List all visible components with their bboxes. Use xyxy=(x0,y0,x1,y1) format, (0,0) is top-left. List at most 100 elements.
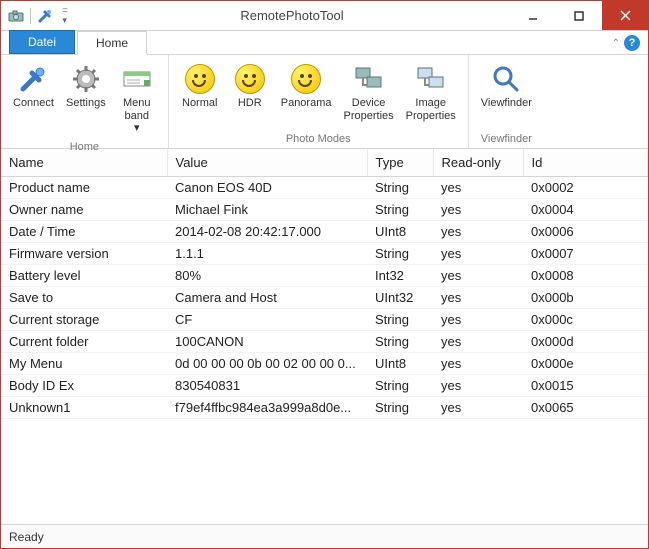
table-row[interactable]: Unknown1f79ef4ffbc984ea3a999a8d0e...Stri… xyxy=(1,397,648,419)
menuband-button[interactable]: Menuband▾ xyxy=(112,59,162,139)
gear-icon xyxy=(70,63,102,95)
cell-id: 0x0015 xyxy=(523,375,648,397)
file-tab[interactable]: Datei xyxy=(9,30,75,54)
table-row[interactable]: Owner nameMichael FinkStringyes0x0004 xyxy=(1,199,648,221)
table-row[interactable]: Date / Time2014-02-08 20:42:17.000UInt8y… xyxy=(1,221,648,243)
cell-type: String xyxy=(367,243,433,265)
table-row[interactable]: Product nameCanon EOS 40DStringyes0x0002 xyxy=(1,177,648,199)
ribbon: Connect Settings Menuband▾ Home Normal H… xyxy=(1,55,648,149)
cell-value: Canon EOS 40D xyxy=(167,177,367,199)
hdr-label: HDR xyxy=(238,97,262,110)
cell-readonly: yes xyxy=(433,331,523,353)
cell-name: Battery level xyxy=(1,265,167,287)
panorama-label: Panorama xyxy=(281,97,332,110)
normal-button[interactable]: Normal xyxy=(175,59,225,131)
table-row[interactable]: Battery level80%Int32yes0x0008 xyxy=(1,265,648,287)
cell-readonly: yes xyxy=(433,265,523,287)
window-controls xyxy=(510,1,648,30)
device-props-icon xyxy=(353,63,385,95)
ribbon-group-photomodes-label: Photo Modes xyxy=(175,131,462,148)
table-row[interactable]: Current folder100CANONStringyes0x000d xyxy=(1,331,648,353)
image-props-label: ImageProperties xyxy=(406,97,456,122)
statusbar: Ready xyxy=(1,524,648,548)
close-button[interactable] xyxy=(602,1,648,30)
cell-id: 0x0006 xyxy=(523,221,648,243)
ribbon-group-viewfinder: Viewfinder Viewfinder xyxy=(469,55,544,148)
connect-quick-icon[interactable] xyxy=(36,7,54,25)
cell-value: 80% xyxy=(167,265,367,287)
cell-name: Save to xyxy=(1,287,167,309)
image-properties-button[interactable]: ImageProperties xyxy=(400,59,462,131)
cell-value: Camera and Host xyxy=(167,287,367,309)
cell-id: 0x000d xyxy=(523,331,648,353)
home-tab[interactable]: Home xyxy=(77,31,147,55)
device-properties-button[interactable]: DeviceProperties xyxy=(338,59,400,131)
cell-readonly: yes xyxy=(433,353,523,375)
settings-button[interactable]: Settings xyxy=(60,59,112,139)
cell-id: 0x0065 xyxy=(523,397,648,419)
cell-type: String xyxy=(367,331,433,353)
cell-type: String xyxy=(367,199,433,221)
cell-value: CF xyxy=(167,309,367,331)
cell-type: String xyxy=(367,309,433,331)
properties-table-wrap[interactable]: Name Value Type Read-only Id Product nam… xyxy=(1,149,648,524)
cell-readonly: yes xyxy=(433,397,523,419)
smiley-icon xyxy=(290,63,322,95)
cell-id: 0x000e xyxy=(523,353,648,375)
cell-id: 0x000b xyxy=(523,287,648,309)
cell-name: Current folder xyxy=(1,331,167,353)
cell-value: 1.1.1 xyxy=(167,243,367,265)
cell-name: My Menu xyxy=(1,353,167,375)
panorama-button[interactable]: Panorama xyxy=(275,59,338,131)
table-row[interactable]: Current storageCFStringyes0x000c xyxy=(1,309,648,331)
col-id[interactable]: Id xyxy=(523,149,648,177)
qat-dropdown-icon[interactable]: =▾ xyxy=(56,7,74,25)
properties-table: Name Value Type Read-only Id Product nam… xyxy=(1,149,648,419)
table-row[interactable]: Body ID Ex830540831Stringyes0x0015 xyxy=(1,375,648,397)
ribbon-tabs: Datei Home ⌃ ? xyxy=(1,31,648,55)
minimize-button[interactable] xyxy=(510,1,556,30)
window-title: RemotePhotoTool xyxy=(74,8,510,23)
cell-type: UInt8 xyxy=(367,353,433,375)
smiley-icon xyxy=(234,63,266,95)
cell-value: 0d 00 00 00 0b 00 02 00 00 0... xyxy=(167,353,367,375)
help-icon[interactable]: ? xyxy=(624,35,640,51)
table-row[interactable]: Firmware version1.1.1Stringyes0x0007 xyxy=(1,243,648,265)
settings-label: Settings xyxy=(66,97,106,110)
camera-icon[interactable] xyxy=(7,7,25,25)
ribbon-group-photomodes: Normal HDR Panorama DeviceProperties Ima… xyxy=(169,55,469,148)
cell-value: 100CANON xyxy=(167,331,367,353)
connect-icon xyxy=(17,63,49,95)
cell-type: UInt8 xyxy=(367,221,433,243)
ribbon-group-home: Connect Settings Menuband▾ Home xyxy=(1,55,169,148)
cell-type: String xyxy=(367,177,433,199)
table-row[interactable]: My Menu0d 00 00 00 0b 00 02 00 00 0...UI… xyxy=(1,353,648,375)
viewfinder-button[interactable]: Viewfinder xyxy=(475,59,538,131)
table-row[interactable]: Save toCamera and HostUInt32yes0x000b xyxy=(1,287,648,309)
cell-type: String xyxy=(367,397,433,419)
cell-id: 0x0007 xyxy=(523,243,648,265)
cell-name: Date / Time xyxy=(1,221,167,243)
cell-readonly: yes xyxy=(433,199,523,221)
cell-id: 0x0008 xyxy=(523,265,648,287)
maximize-button[interactable] xyxy=(556,1,602,30)
cell-readonly: yes xyxy=(433,375,523,397)
cell-readonly: yes xyxy=(433,309,523,331)
device-props-label: DeviceProperties xyxy=(344,97,394,122)
titlebar[interactable]: =▾ RemotePhotoTool xyxy=(1,1,648,31)
cell-type: Int32 xyxy=(367,265,433,287)
cell-readonly: yes xyxy=(433,287,523,309)
viewfinder-label: Viewfinder xyxy=(481,97,532,110)
hdr-button[interactable]: HDR xyxy=(225,59,275,131)
smiley-icon xyxy=(184,63,216,95)
cell-name: Owner name xyxy=(1,199,167,221)
cell-name: Current storage xyxy=(1,309,167,331)
connect-button[interactable]: Connect xyxy=(7,59,60,139)
col-type[interactable]: Type xyxy=(367,149,433,177)
col-readonly[interactable]: Read-only xyxy=(433,149,523,177)
col-value[interactable]: Value xyxy=(167,149,367,177)
status-text: Ready xyxy=(9,530,44,544)
separator xyxy=(30,8,31,24)
quick-access-toolbar: =▾ xyxy=(1,7,74,25)
collapse-ribbon-icon[interactable]: ⌃ xyxy=(612,38,620,49)
